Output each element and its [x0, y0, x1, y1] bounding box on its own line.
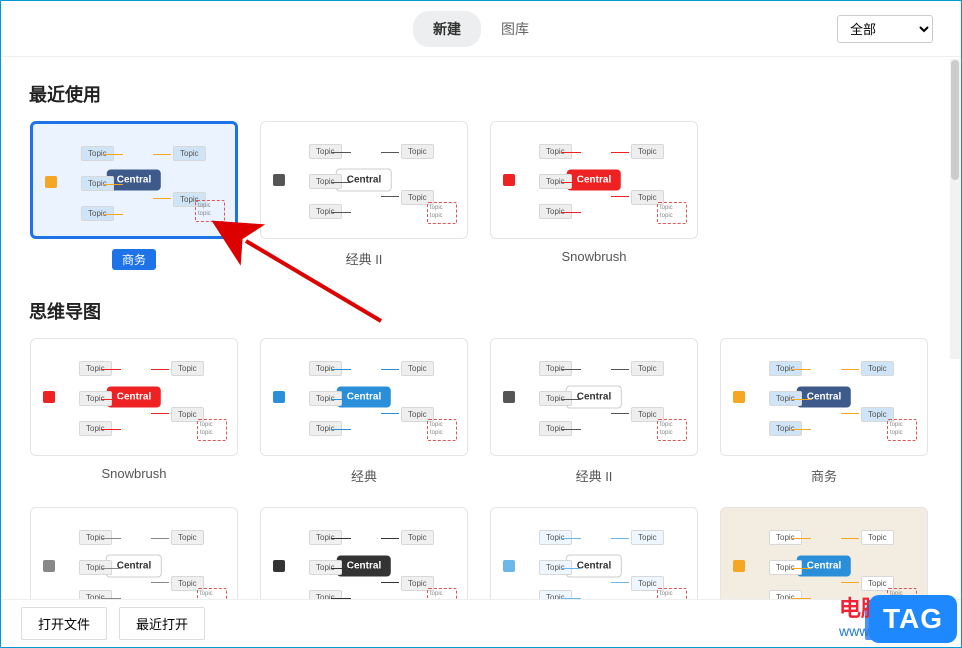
- template-thumb[interactable]: CentralTopicTopicTopicTopicTopictopic to…: [720, 507, 928, 599]
- preview-central: Central: [337, 387, 391, 408]
- template-label: 商务: [112, 249, 156, 270]
- template-thumb[interactable]: CentralTopicTopicTopicTopicTopictopic to…: [30, 338, 238, 456]
- preview-topic: Topic: [171, 530, 204, 545]
- tab-gallery[interactable]: 图库: [481, 11, 549, 47]
- template-card[interactable]: CentralTopicTopicTopicTopicTopictopic to…: [29, 121, 239, 270]
- template-label: 经典: [351, 466, 377, 485]
- preview-central: Central: [337, 556, 391, 577]
- preview-topic: Topic: [401, 144, 434, 159]
- preview-subgroup: topic topic: [657, 588, 687, 599]
- preview-node-icon: [503, 560, 515, 572]
- preview-central: Central: [336, 169, 392, 192]
- template-thumb[interactable]: CentralTopicTopicTopicTopicTopictopic to…: [490, 338, 698, 456]
- preview-central: Central: [797, 387, 851, 408]
- preview-central: Central: [566, 555, 622, 578]
- preview-central: Central: [107, 387, 161, 408]
- preview-topic: Topic: [861, 530, 894, 545]
- template-card[interactable]: CentralTopicTopicTopicTopicTopictopic to…: [29, 338, 239, 485]
- preview-node-icon: [43, 560, 55, 572]
- preview-central: Central: [107, 170, 161, 191]
- preview-topic: Topic: [173, 146, 206, 161]
- mindmap-grid: Central Topic Topic Topic Topic Topic topic to…: [29, 338, 933, 599]
- preview-node-icon: [273, 391, 285, 403]
- scrollbar[interactable]: [950, 59, 960, 359]
- template-thumb[interactable]: CentralTopicTopicTopicTopicTopictopic to…: [260, 121, 468, 239]
- template-thumb[interactable]: CentralTopicTopicTopicTopicTopictopic to…: [260, 338, 468, 456]
- preview-topic: Topic: [631, 144, 664, 159]
- preview-node-icon: [273, 560, 285, 572]
- preview-central: Central: [106, 555, 162, 578]
- template-card[interactable]: CentralTopicTopicTopicTopicTopictopic to…: [259, 507, 469, 599]
- preview-subgroup: topic topic: [657, 419, 687, 441]
- template-card[interactable]: CentralTopicTopicTopicTopicTopictopic to…: [29, 507, 239, 599]
- preview-subgroup: topic topic: [197, 419, 227, 441]
- template-label: Snowbrush: [561, 249, 626, 264]
- template-card[interactable]: CentralTopicTopicTopicTopicTopictopic to…: [489, 338, 699, 485]
- footer-bar: 打开文件 最近打开 创建: [1, 599, 961, 647]
- section-mindmap-title: 思维导图: [29, 298, 933, 324]
- tag-badge: TAG: [869, 595, 957, 643]
- template-thumb[interactable]: CentralTopicTopicTopicTopicTopictopic to…: [720, 338, 928, 456]
- template-thumb[interactable]: CentralTopicTopicTopicTopicTopictopic to…: [260, 507, 468, 599]
- recent-open-button[interactable]: 最近打开: [119, 607, 205, 640]
- template-label: 经典 II: [346, 249, 383, 268]
- preview-node-icon: [733, 560, 745, 572]
- scrollbar-thumb[interactable]: [951, 60, 959, 180]
- tab-group: 新建 图库: [413, 11, 549, 47]
- top-bar: 新建 图库 全部: [1, 1, 961, 57]
- template-label: Snowbrush: [101, 466, 166, 481]
- open-file-button[interactable]: 打开文件: [21, 607, 107, 640]
- preview-subgroup: topic topic: [427, 202, 457, 224]
- preview-subgroup: topic topic: [195, 200, 225, 222]
- preview-node-icon: [503, 391, 515, 403]
- template-thumb[interactable]: CentralTopicTopicTopicTopicTopictopic to…: [490, 507, 698, 599]
- preview-subgroup: topic topic: [427, 419, 457, 441]
- template-thumb[interactable]: CentralTopicTopicTopicTopicTopictopic to…: [490, 121, 698, 239]
- preview-subgroup: topic topic: [887, 419, 917, 441]
- preview-central: Central: [797, 556, 851, 577]
- template-card[interactable]: CentralTopicTopicTopicTopicTopictopic to…: [719, 507, 929, 599]
- preview-topic: Topic: [171, 361, 204, 376]
- preview-topic: Topic: [401, 530, 434, 545]
- template-label: 商务: [811, 466, 837, 485]
- template-thumb[interactable]: CentralTopicTopicTopicTopicTopictopic to…: [30, 507, 238, 599]
- preview-topic: Topic: [401, 361, 434, 376]
- template-card[interactable]: CentralTopicTopicTopicTopicTopictopic to…: [259, 338, 469, 485]
- preview-central: Central: [566, 386, 622, 409]
- content-area: 最近使用 Central Topic Topic Topic Topic Topic top…: [1, 57, 961, 599]
- tab-new[interactable]: 新建: [413, 11, 481, 47]
- section-recent-title: 最近使用: [29, 81, 933, 107]
- template-card[interactable]: CentralTopicTopicTopicTopicTopictopic to…: [719, 338, 929, 485]
- template-card[interactable]: CentralTopicTopicTopicTopicTopictopic to…: [489, 121, 699, 270]
- template-label: 经典 II: [576, 466, 613, 485]
- preview-topic: Topic: [861, 361, 894, 376]
- preview-node-icon: [43, 391, 55, 403]
- recent-grid: CentralTopicTopicTopicTopicTopictopic to…: [29, 121, 933, 270]
- filter-select[interactable]: 全部: [837, 15, 933, 43]
- template-thumb[interactable]: CentralTopicTopicTopicTopicTopictopic to…: [30, 121, 238, 239]
- template-card[interactable]: CentralTopicTopicTopicTopicTopictopic to…: [259, 121, 469, 270]
- preview-subgroup: topic topic: [427, 588, 457, 599]
- preview-topic: Topic: [631, 530, 664, 545]
- preview-node-icon: [503, 174, 515, 186]
- preview-node-icon: [273, 174, 285, 186]
- preview-subgroup: topic topic: [657, 202, 687, 224]
- preview-topic: Topic: [631, 361, 664, 376]
- preview-central: Central: [567, 170, 621, 191]
- template-card[interactable]: CentralTopicTopicTopicTopicTopictopic to…: [489, 507, 699, 599]
- preview-subgroup: topic topic: [197, 588, 227, 599]
- preview-node-icon: [733, 391, 745, 403]
- preview-node-icon: [45, 176, 57, 188]
